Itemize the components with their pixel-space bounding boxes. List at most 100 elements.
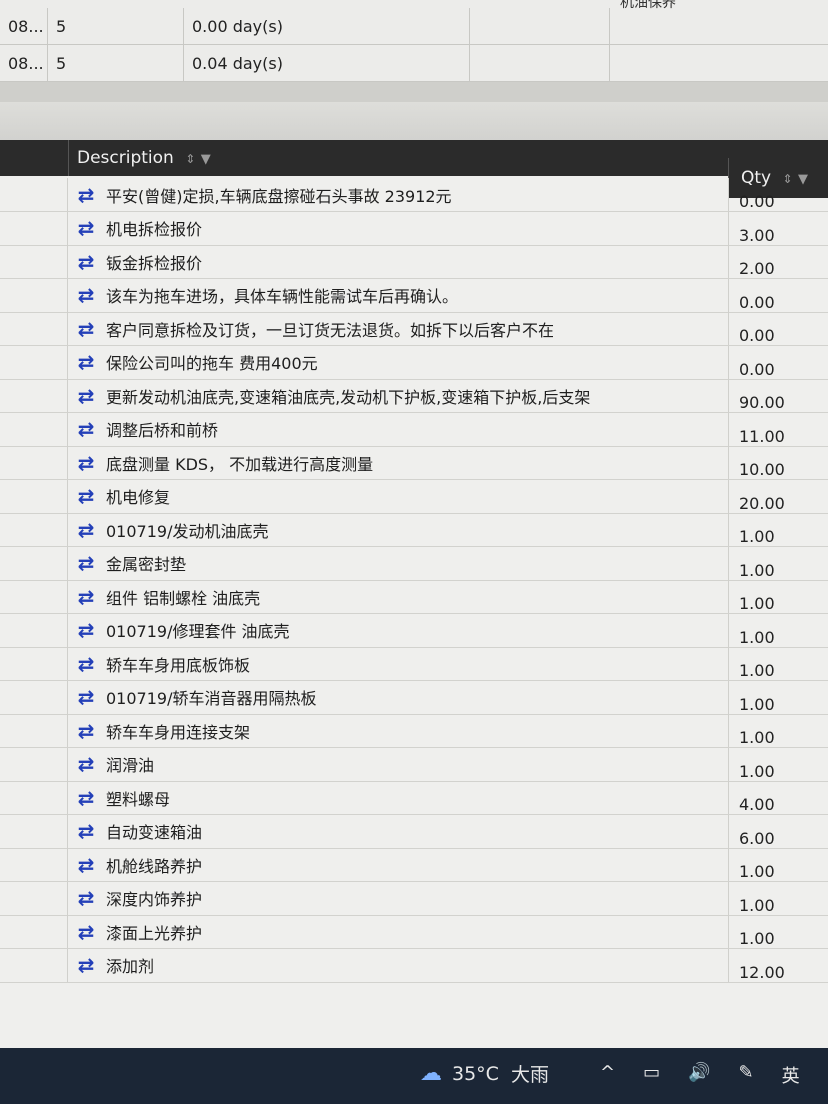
- swap-arrows-icon[interactable]: ⇄: [72, 518, 100, 542]
- table-row[interactable]: ⇄ 塑料螺母 4.00: [0, 781, 828, 815]
- chevron-up-icon[interactable]: ^: [600, 1062, 615, 1088]
- top-table-row[interactable]: 08... 5 0.04 day(s): [0, 45, 828, 82]
- description-text: 漆面上光养护: [106, 923, 203, 943]
- row-selector-cell[interactable]: [0, 345, 68, 379]
- table-row[interactable]: ⇄ 客户同意拆检及订货，一旦订货无法退货。如拆下以后客户不在 0.00: [0, 312, 828, 346]
- row-selector-cell[interactable]: [0, 479, 68, 513]
- column-header-description[interactable]: Description ⇕ ▼: [68, 140, 728, 176]
- table-row[interactable]: ⇄ 金属密封垫 1.00: [0, 546, 828, 581]
- swap-arrows-icon[interactable]: ⇄: [72, 250, 100, 274]
- swap-arrows-icon[interactable]: ⇄: [72, 618, 100, 642]
- swap-arrows-icon[interactable]: ⇄: [72, 585, 100, 609]
- filter-icon[interactable]: ▼: [201, 152, 211, 167]
- table-row[interactable]: ⇄ 010719/修理套件 油底壳 1.00: [0, 613, 828, 648]
- row-selector-cell[interactable]: [0, 379, 68, 412]
- swap-arrows-icon[interactable]: ⇄: [72, 216, 100, 240]
- row-selector-cell[interactable]: [0, 546, 68, 580]
- swap-arrows-icon[interactable]: ⇄: [72, 652, 100, 676]
- qty-cell: 1.00: [728, 881, 828, 915]
- table-row[interactable]: ⇄ 010719/发动机油底壳 1.00: [0, 513, 828, 547]
- table-row[interactable]: ⇄ 平安(曾健)定损,车辆底盘擦碰石头事故 23912元 0.00: [0, 178, 828, 212]
- description-cell: ⇄ 机电修复: [72, 480, 170, 513]
- top-table-row[interactable]: 08... 5 0.00 day(s): [0, 8, 828, 45]
- qty-cell: 1.00: [728, 546, 828, 580]
- panel-separator: [0, 82, 828, 140]
- table-row[interactable]: ⇄ 漆面上光养护 1.00: [0, 915, 828, 949]
- table-row[interactable]: ⇄ 010719/轿车消音器用隔热板 1.00: [0, 680, 828, 715]
- row-selector-cell[interactable]: [0, 245, 68, 278]
- swap-arrows-icon[interactable]: ⇄: [72, 719, 100, 743]
- swap-arrows-icon[interactable]: ⇄: [72, 384, 100, 408]
- swap-arrows-icon[interactable]: ⇄: [72, 551, 100, 575]
- table-row[interactable]: ⇄ 自动变速箱油 6.00: [0, 814, 828, 849]
- grid-header: Description ⇕ ▼: [0, 140, 828, 176]
- row-selector-cell[interactable]: [0, 613, 68, 647]
- swap-arrows-icon[interactable]: ⇄: [72, 283, 100, 307]
- swap-arrows-icon[interactable]: ⇄: [72, 685, 100, 709]
- swap-arrows-icon[interactable]: ⇄: [72, 886, 100, 910]
- description-cell: ⇄ 调整后桥和前桥: [72, 413, 218, 446]
- swap-arrows-icon[interactable]: ⇄: [72, 417, 100, 441]
- row-selector-cell[interactable]: [0, 848, 68, 881]
- table-row[interactable]: ⇄ 该车为拖车进场，具体车辆性能需试车后再确认。 0.00: [0, 278, 828, 313]
- row-selector-cell[interactable]: [0, 915, 68, 948]
- row-selector-cell[interactable]: [0, 412, 68, 446]
- swap-arrows-icon[interactable]: ⇄: [72, 853, 100, 877]
- row-selector-cell[interactable]: [0, 814, 68, 848]
- row-selector-cell[interactable]: [0, 580, 68, 613]
- table-row[interactable]: ⇄ 底盘测量 KDS， 不加载进行高度测量 10.00: [0, 446, 828, 480]
- table-row[interactable]: ⇄ 深度内饰养护 1.00: [0, 881, 828, 916]
- table-row[interactable]: ⇄ 机电修复 20.00: [0, 479, 828, 514]
- row-selector-cell[interactable]: [0, 647, 68, 680]
- empty-cell: [470, 8, 610, 45]
- qty-cell: 0.00: [728, 312, 828, 345]
- speaker-icon[interactable]: 🔊: [688, 1062, 710, 1088]
- weather-widget[interactable]: ☁ 35°C 大雨: [420, 1060, 549, 1087]
- row-selector-cell[interactable]: [0, 312, 68, 345]
- table-row[interactable]: ⇄ 润滑油 1.00: [0, 747, 828, 782]
- taskbar: ☁ 35°C 大雨 ^ ▭ 🔊 ✎ 英: [0, 1048, 828, 1104]
- swap-arrows-icon[interactable]: ⇄: [72, 920, 100, 944]
- row-selector-cell[interactable]: [0, 513, 68, 546]
- swap-arrows-icon[interactable]: ⇄: [72, 317, 100, 341]
- row-selector-cell[interactable]: [0, 781, 68, 814]
- table-row[interactable]: ⇄ 轿车车身用底板饰板 1.00: [0, 647, 828, 681]
- row-selector-cell[interactable]: [0, 178, 68, 211]
- table-row[interactable]: ⇄ 钣金拆检报价 2.00: [0, 245, 828, 279]
- row-selector-cell[interactable]: [0, 747, 68, 781]
- table-row[interactable]: ⇄ 调整后桥和前桥 11.00: [0, 412, 828, 447]
- row-selector-cell[interactable]: [0, 211, 68, 245]
- swap-arrows-icon[interactable]: ⇄: [72, 183, 100, 207]
- qty-cell: 1.00: [728, 513, 828, 546]
- horizontal-scrollbar[interactable]: [0, 82, 828, 102]
- table-row[interactable]: ⇄ 添加剂 12.00: [0, 948, 828, 983]
- table-row[interactable]: ⇄ 机电拆检报价 3.00: [0, 211, 828, 246]
- row-selector-cell[interactable]: [0, 881, 68, 915]
- display-icon[interactable]: ▭: [643, 1062, 660, 1088]
- qty-cell: 0.00: [728, 345, 828, 379]
- qty-cell: 20.00: [728, 479, 828, 513]
- sort-icon[interactable]: ⇕: [185, 152, 195, 166]
- table-row[interactable]: ⇄ 更新发动机油底壳,变速箱油底壳,发动机下护板,变速箱下护板,后支架 90.00: [0, 379, 828, 413]
- row-selector-cell[interactable]: [0, 680, 68, 714]
- description-text: 轿车车身用底板饰板: [106, 655, 251, 675]
- input-language-indicator[interactable]: 英: [782, 1062, 800, 1088]
- swap-arrows-icon[interactable]: ⇄: [72, 819, 100, 843]
- value-cell: 5: [48, 8, 184, 45]
- row-selector-cell[interactable]: [0, 714, 68, 747]
- table-row[interactable]: ⇄ 组件 铝制螺栓 油底壳 1.00: [0, 580, 828, 614]
- table-row[interactable]: ⇄ 机舱线路养护 1.00: [0, 848, 828, 882]
- swap-arrows-icon[interactable]: ⇄: [72, 786, 100, 810]
- swap-arrows-icon[interactable]: ⇄: [72, 350, 100, 374]
- row-selector-cell[interactable]: [0, 948, 68, 982]
- row-selector-cell[interactable]: [0, 278, 68, 312]
- table-row[interactable]: ⇄ 保险公司叫的拖车 费用400元 0.00: [0, 345, 828, 380]
- description-text: 更新发动机油底壳,变速箱油底壳,发动机下护板,变速箱下护板,后支架: [106, 387, 591, 407]
- swap-arrows-icon[interactable]: ⇄: [72, 752, 100, 776]
- swap-arrows-icon[interactable]: ⇄: [72, 451, 100, 475]
- swap-arrows-icon[interactable]: ⇄: [72, 484, 100, 508]
- row-selector-cell[interactable]: [0, 446, 68, 479]
- swap-arrows-icon[interactable]: ⇄: [72, 953, 100, 977]
- table-row[interactable]: ⇄ 轿车车身用连接支架 1.00: [0, 714, 828, 748]
- pen-icon[interactable]: ✎: [739, 1062, 754, 1088]
